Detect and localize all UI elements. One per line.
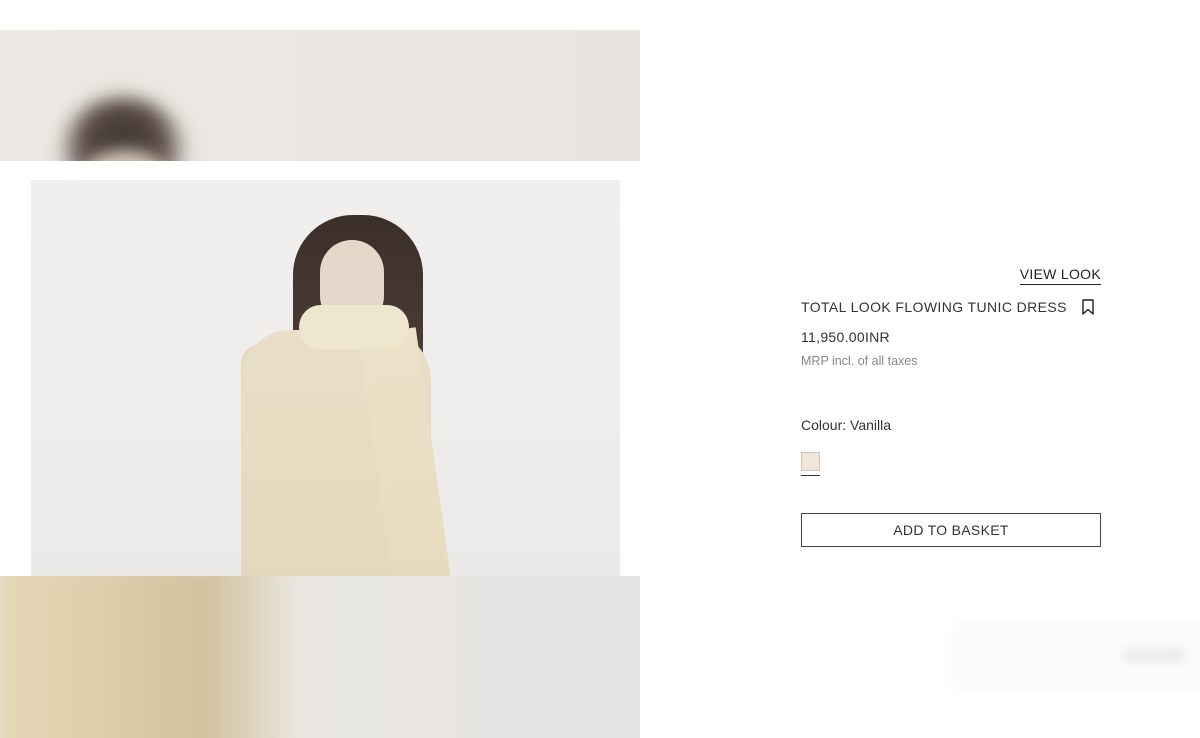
product-title: TOTAL LOOK FLOWING TUNIC DRESS — [801, 299, 1067, 315]
product-title-row: TOTAL LOOK FLOWING TUNIC DRESS — [801, 299, 1101, 315]
bookmark-icon[interactable] — [1081, 299, 1095, 315]
product-main-image — [31, 180, 620, 576]
colour-swatch-vanilla[interactable] — [801, 452, 820, 471]
product-page: VIEW LOOK TOTAL LOOK FLOWING TUNIC DRESS… — [0, 0, 1200, 738]
product-image-bottom-blurred — [0, 576, 640, 738]
view-look-link[interactable]: VIEW LOOK — [1019, 266, 1101, 285]
add-to-basket-button[interactable]: ADD TO BASKET — [801, 513, 1101, 547]
tax-note: MRP incl. of all taxes — [801, 354, 918, 368]
product-image-top-blurred — [0, 30, 640, 161]
swatch-selected-indicator — [801, 475, 820, 476]
colour-label: Colour: Vanilla — [801, 417, 892, 433]
blurred-overlay-text — [1124, 648, 1184, 662]
product-price: 11,950.00INR — [801, 329, 890, 345]
